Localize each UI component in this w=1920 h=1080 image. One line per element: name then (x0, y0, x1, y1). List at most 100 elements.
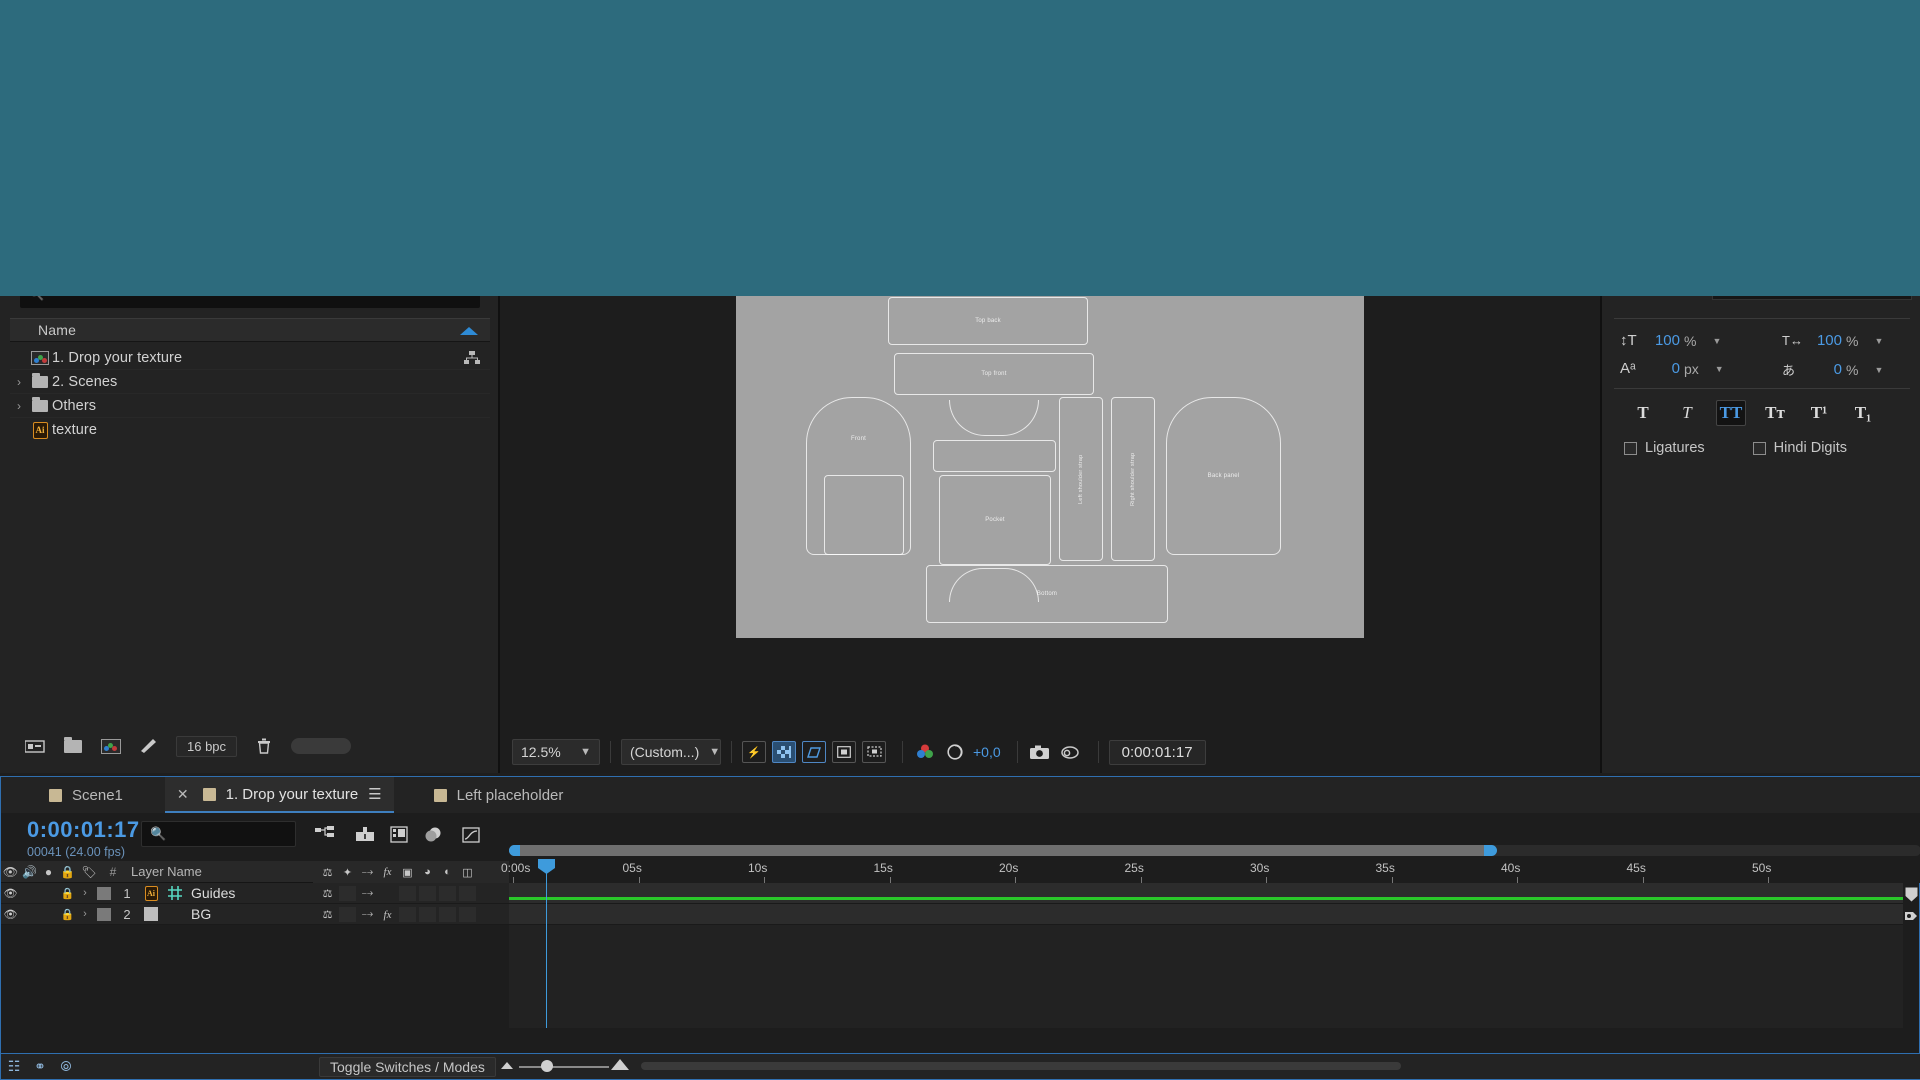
motion-blur-switch[interactable] (419, 886, 436, 901)
frame-blend-switch[interactable] (399, 907, 416, 922)
three-d-switch[interactable] (459, 907, 476, 922)
composition-canvas[interactable]: Top back Top front Front Pocket Left sho… (736, 284, 1364, 638)
resolution-dropdown[interactable]: (Custom...) ▼ (621, 739, 721, 765)
three-d-layer-switch-icon[interactable]: ◫ (459, 866, 476, 879)
show-snapshot-icon[interactable] (1058, 741, 1082, 763)
new-composition-icon[interactable] (100, 737, 122, 755)
composition-mini-flowchart-icon[interactable] (313, 823, 337, 845)
layer-visibility-icon[interactable]: 👁 (1, 908, 20, 921)
layer-duration-bar[interactable] (509, 897, 1905, 900)
track-row-bg[interactable] (509, 904, 1905, 925)
shy-switch[interactable]: ⚖ (319, 908, 336, 921)
project-item-scenes-folder[interactable]: › 2. Scenes (10, 370, 490, 394)
label-color-icon[interactable]: 🏷 (77, 865, 101, 879)
composition-stage[interactable]: Top back Top front Front Pocket Left sho… (500, 284, 1600, 688)
draft-3d-icon[interactable] (353, 823, 377, 845)
shy-switch[interactable]: ⚖ (319, 887, 336, 900)
small-caps-button[interactable]: Tᴛ (1760, 400, 1790, 426)
composition-flowchart-icon[interactable] (464, 351, 480, 365)
horizontal-scale-field[interactable]: T↔ 100 % ▼ (1782, 332, 1883, 349)
tsume-field[interactable]: あ 0 % ▼ (1782, 360, 1883, 379)
region-of-interest-icon[interactable] (802, 741, 826, 763)
slider-knob[interactable] (541, 1060, 553, 1072)
adjustment-layer-switch-icon[interactable]: ◐ (439, 866, 456, 878)
effects-switch[interactable]: fx (379, 909, 396, 921)
collapse-switch[interactable] (339, 907, 356, 922)
project-footer-pill[interactable] (291, 738, 352, 754)
comp-marker-icon[interactable] (1903, 883, 1919, 905)
timeline-zoom-slider[interactable] (501, 1058, 631, 1074)
playhead[interactable] (538, 859, 555, 1028)
quality-switch[interactable]: ⤍ (359, 908, 376, 921)
layer-visibility-icon[interactable]: 👁 (1, 887, 20, 900)
channel-icon[interactable] (913, 741, 937, 763)
project-settings-icon[interactable] (138, 737, 160, 755)
bit-depth-button[interactable]: 16 bpc (176, 735, 238, 757)
composition-mini-flowchart-icon[interactable]: ☷ (1, 1058, 27, 1075)
new-folder-icon[interactable] (62, 736, 84, 755)
chevron-down-icon[interactable]: ▼ (1712, 336, 1721, 346)
timeline-tab-left-placeholder[interactable]: Left placeholder (422, 777, 576, 813)
audio-icon[interactable]: 🔊 (20, 865, 39, 879)
project-item-composition[interactable]: 1. Drop your texture (10, 346, 490, 370)
project-column-header[interactable]: Name (10, 318, 490, 342)
magnification-dropdown[interactable]: 12.5% ▼ (512, 739, 600, 765)
hindi-digits-checkbox[interactable]: Hindi Digits (1752, 440, 1847, 456)
exposure-offset-value[interactable]: +0,0 (973, 744, 1001, 760)
layer-name[interactable]: BG (163, 906, 211, 922)
snapshot-icon[interactable] (1028, 741, 1052, 763)
zoom-out-icon[interactable] (501, 1062, 513, 1069)
motion-blur-switch-icon[interactable]: ◕ (419, 866, 436, 878)
layer-disclosure-icon[interactable]: › (77, 908, 93, 920)
timeline-zoom-scrollbar[interactable] (509, 845, 1920, 856)
adjustment-switch[interactable] (439, 907, 456, 922)
effects-switch-icon[interactable]: fx (379, 866, 396, 878)
timeline-footer-bar[interactable] (641, 1062, 1401, 1070)
all-caps-button[interactable]: TT (1716, 400, 1746, 426)
disclosure-arrow-icon[interactable]: › (10, 375, 28, 389)
track-row-guides[interactable] (509, 883, 1905, 904)
motion-sketch-icon[interactable] (1903, 905, 1919, 927)
collapse-switch[interactable] (339, 886, 356, 901)
lock-icon[interactable]: 🔒 (58, 865, 77, 879)
collapse-transformations-icon[interactable]: ✦ (339, 866, 356, 879)
frame-blend-switch[interactable] (399, 886, 416, 901)
chevron-down-icon[interactable]: ▼ (1874, 365, 1883, 375)
timeline-search-input[interactable]: 🔍 (141, 821, 296, 847)
timeline-ruler[interactable]: 0:00s 05s 10s 15s 20s 25s 30s 35s 40s 45s 50s (501, 861, 1920, 883)
interpret-footage-icon[interactable] (24, 737, 46, 755)
hide-shy-layers-icon[interactable] (387, 823, 411, 845)
layer-label-color[interactable] (93, 907, 115, 921)
bold-button[interactable]: T (1628, 400, 1658, 426)
video-visibility-icon[interactable]: 👁 (1, 865, 20, 879)
layer-lock-icon[interactable]: 🔒 (58, 908, 77, 921)
subscript-button[interactable]: T₁ (1848, 400, 1878, 426)
layer-lock-icon[interactable]: 🔒 (58, 887, 77, 900)
ligatures-checkbox[interactable]: Ligatures (1624, 440, 1705, 456)
layer-label-color[interactable] (93, 886, 115, 900)
project-item-others-folder[interactable]: › Others (10, 394, 490, 418)
mask-paths-icon[interactable] (832, 741, 856, 763)
project-item-texture[interactable]: Ai texture (10, 418, 490, 442)
motion-blur-footer-icon[interactable]: ⦾ (53, 1058, 79, 1075)
timeline-tab-drop-your-texture[interactable]: ✕ 1. Drop your texture ☰ (164, 777, 394, 813)
disclosure-arrow-icon[interactable]: › (10, 399, 28, 413)
layer-name[interactable]: Guides (187, 885, 235, 901)
effects-switch[interactable] (379, 886, 396, 901)
viewer-timecode[interactable]: 0:00:01:17 (1108, 739, 1206, 765)
chevron-down-icon[interactable]: ▼ (1874, 336, 1883, 346)
scrollbar-left-handle[interactable] (509, 845, 520, 856)
baseline-shift-field[interactable]: Aᵃ 0 px ▼ (1620, 360, 1724, 377)
panel-menu-icon[interactable]: ☰ (368, 785, 381, 803)
quality-switch[interactable]: ⤍ (359, 887, 376, 900)
superscript-button[interactable]: T¹ (1804, 400, 1834, 426)
adjustment-switch[interactable] (439, 886, 456, 901)
shy-switch-icon[interactable]: ⚖ (319, 866, 336, 879)
close-icon[interactable]: ✕ (177, 786, 189, 803)
graph-editor-icon[interactable] (459, 823, 483, 845)
frame-blending-icon[interactable] (421, 823, 445, 845)
comp-renderer-icon[interactable]: ⚭ (27, 1058, 53, 1075)
timeline-tab-scene1[interactable]: Scene1 (37, 777, 135, 813)
solo-icon[interactable]: ● (39, 865, 58, 879)
frame-blending-switch-icon[interactable]: ▣ (399, 866, 416, 879)
